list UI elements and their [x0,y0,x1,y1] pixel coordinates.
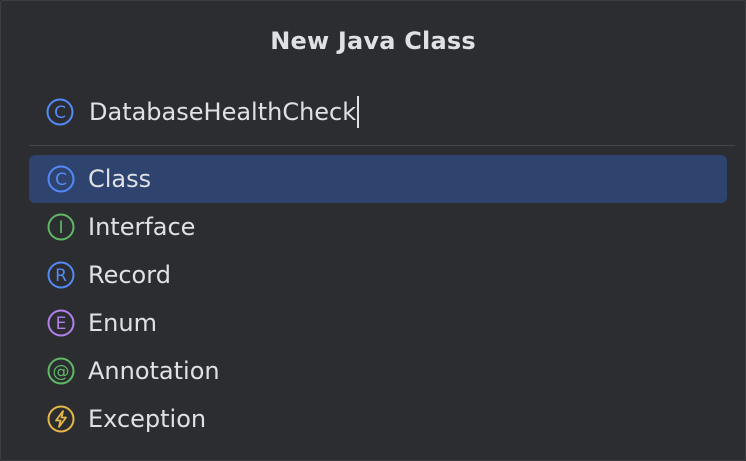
kind-item-interface[interactable]: I Interface [29,203,727,251]
new-java-class-dialog: New Java Class C DatabaseHealthCheck C C… [0,0,746,461]
dialog-title: New Java Class [270,27,476,55]
svg-text:C: C [55,170,67,190]
class-name-input[interactable]: DatabaseHealthCheck [89,96,360,128]
class-kind-list[interactable]: C Class I Interface R Record E Enum @ An… [29,155,727,443]
enum-icon: E [46,308,76,338]
kind-item-label: Exception [88,405,207,433]
kind-item-label: Class [88,165,152,193]
class-name-value: DatabaseHealthCheck [89,98,357,126]
kind-item-exception[interactable]: Exception [29,395,727,443]
class-name-row[interactable]: C DatabaseHealthCheck [45,95,360,129]
kind-item-label: Interface [88,213,196,241]
class-icon: C [45,97,75,127]
svg-text:I: I [58,218,63,238]
interface-icon: I [46,212,76,242]
kind-item-label: Enum [88,309,157,337]
class-icon: C [46,164,76,194]
kind-item-record[interactable]: R Record [29,251,727,299]
kind-item-label: Annotation [88,357,220,385]
kind-item-annotation[interactable]: @ Annotation [29,347,727,395]
exception-icon [46,404,76,434]
kind-item-class[interactable]: C Class [29,155,727,203]
svg-text:R: R [55,266,67,286]
kind-item-label: Record [88,261,171,289]
annotation-icon: @ [46,356,76,386]
record-icon: R [46,260,76,290]
svg-text:E: E [56,314,67,334]
kind-item-enum[interactable]: E Enum [29,299,727,347]
svg-text:@: @ [53,362,70,382]
text-caret [357,96,360,128]
svg-text:C: C [54,103,66,123]
divider [29,145,735,146]
